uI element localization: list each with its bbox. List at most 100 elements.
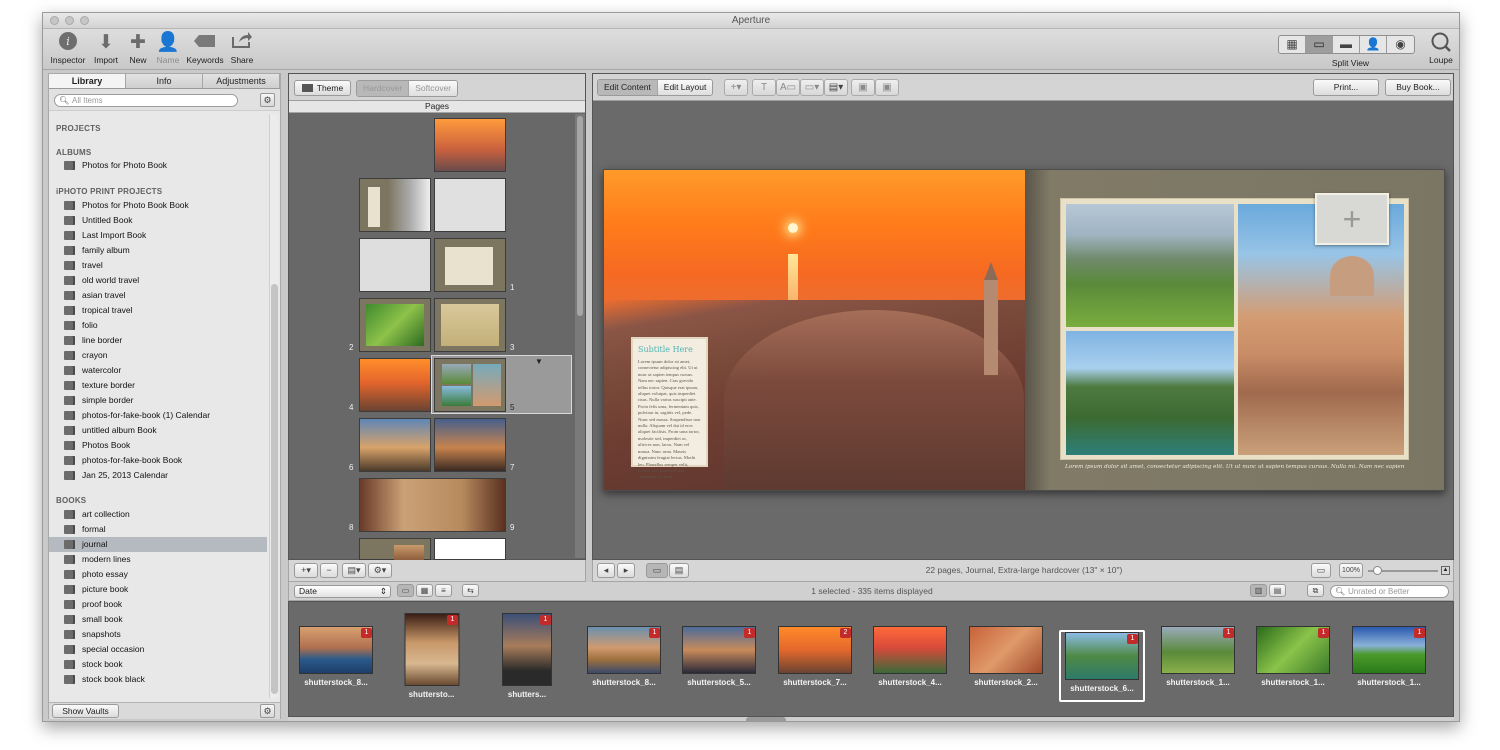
photo-thumbnail[interactable]: shutterstock_2... — [963, 612, 1049, 700]
album-item[interactable]: Photos for Photo Book — [49, 158, 267, 173]
journal-body-text[interactable]: Lorem ipsum dolor sit amet, consectetur … — [638, 359, 701, 481]
theme-button[interactable]: Theme — [294, 80, 351, 96]
page-thumbnail[interactable] — [359, 358, 431, 412]
library-item[interactable]: formal — [49, 522, 267, 537]
journal-text-box[interactable]: Subtitle Here Lorem ipsum dolor sit amet… — [631, 337, 708, 479]
grid-view-icon[interactable]: ▦ — [1279, 36, 1306, 53]
pages-scrollbar[interactable] — [575, 114, 585, 558]
tab-info[interactable]: Info — [126, 74, 203, 88]
page-thumbnail[interactable] — [359, 538, 431, 561]
library-item[interactable]: modern lines — [49, 552, 267, 567]
library-item[interactable]: Last Import Book — [49, 228, 267, 243]
library-scroll-thumb[interactable] — [271, 284, 278, 694]
library-item[interactable]: texture border — [49, 378, 267, 393]
vault-gear-icon[interactable]: ⚙ — [260, 704, 275, 718]
edit-content-tab[interactable]: Edit Content — [598, 80, 658, 95]
library-item[interactable]: picture book — [49, 582, 267, 597]
edit-mode-control[interactable]: Edit Content Edit Layout — [597, 79, 714, 96]
filmstrip-view-icon[interactable]: ▬ — [1333, 36, 1360, 53]
photo-thumbnail[interactable]: 1 shutterstock_5... — [676, 612, 762, 700]
page-spread-thumbnail[interactable] — [359, 478, 506, 532]
fit-page-icon[interactable]: ▭ — [1311, 563, 1331, 578]
library-item[interactable]: art collection — [49, 507, 267, 522]
library-item[interactable]: small book — [49, 612, 267, 627]
edit-layout-tab[interactable]: Edit Layout — [657, 80, 713, 95]
zoom-level[interactable]: 100% — [1339, 563, 1363, 578]
browser-split-icon[interactable]: ▤ — [1269, 584, 1286, 597]
photo-thumbnail[interactable]: 1 shutterstock_1... — [1250, 612, 1336, 700]
photo-thumbnail[interactable]: 1 shutterstock_1... — [1155, 612, 1241, 700]
library-item[interactable]: travel — [49, 258, 267, 273]
import-button[interactable]: ⬇ Import — [91, 31, 121, 65]
library-item[interactable]: stock book — [49, 657, 267, 672]
bring-front-icon[interactable]: ▣ — [851, 79, 875, 96]
page-thumbnail[interactable] — [434, 298, 506, 352]
library-scrollbar[interactable] — [269, 114, 278, 698]
add-page-icon[interactable]: +▾ — [294, 563, 318, 578]
zoom-slider[interactable] — [1368, 566, 1438, 575]
page-thumbnail[interactable] — [434, 238, 506, 292]
page-thumbnail[interactable] — [359, 178, 431, 232]
library-item[interactable]: folio — [49, 318, 267, 333]
single-page-view-icon[interactable]: ▤ — [669, 563, 689, 578]
page-cover-thumbnail[interactable] — [434, 118, 506, 172]
photo-box-icon[interactable]: ▭▾ — [800, 79, 824, 96]
zoom-slider-knob[interactable] — [1373, 566, 1382, 575]
library-item[interactable]: simple border — [49, 393, 267, 408]
photo-thumbnail-selected[interactable]: 1 shutterstock_6... — [1059, 630, 1145, 702]
library-item[interactable]: untitled album Book — [49, 423, 267, 438]
subtitle-text[interactable]: Subtitle Here — [638, 345, 701, 354]
photo-box-valley[interactable] — [1066, 204, 1234, 327]
page-thumbnail[interactable] — [359, 238, 431, 292]
caption-text[interactable]: Lorem ipsum dolor sit amet, consectetur … — [1065, 464, 1405, 470]
library-item[interactable]: asian travel — [49, 288, 267, 303]
library-search-input[interactable]: 🔍︎ All Items — [54, 94, 238, 107]
pages-gear-icon[interactable]: ⚙▾ — [368, 563, 392, 578]
name-button[interactable]: 👤 Name — [155, 31, 181, 65]
filmstrip-scroll-thumb[interactable] — [746, 717, 786, 721]
split-view-icon[interactable]: ▭ — [1306, 36, 1333, 53]
library-item[interactable]: snapshots — [49, 627, 267, 642]
left-page[interactable]: Subtitle Here Lorem ipsum dolor sit amet… — [604, 170, 1025, 490]
page-thumbnail[interactable] — [359, 298, 431, 352]
photo-thumbnail[interactable]: 1 shuttersto... — [398, 612, 465, 700]
page-thumbnail[interactable] — [359, 418, 431, 472]
library-item[interactable]: watercolor — [49, 363, 267, 378]
keywords-button[interactable]: Keywords — [184, 31, 226, 65]
share-button[interactable]: Share — [228, 31, 256, 65]
page-layout-icon[interactable]: ▤▾ — [342, 563, 366, 578]
photo-box-bay[interactable] — [1066, 331, 1234, 455]
library-item[interactable]: crayon — [49, 348, 267, 363]
filmstrip-scrollbar[interactable] — [288, 717, 1454, 721]
photo-thumbnail[interactable]: 1 shutterstock_1... — [1346, 612, 1432, 700]
empty-photo-placeholder[interactable] — [1315, 193, 1389, 245]
hardcover-option[interactable]: Hardcover — [357, 81, 410, 96]
zoom-window-button[interactable] — [80, 16, 89, 25]
show-vaults-button[interactable]: Show Vaults — [52, 704, 119, 718]
photo-thumbnail[interactable]: 1 shutterstock_8... — [293, 612, 379, 700]
photo-thumbnail[interactable]: shutterstock_4... — [867, 612, 953, 700]
library-item[interactable]: photo essay — [49, 567, 267, 582]
library-item[interactable]: stock book black — [49, 672, 267, 687]
library-item-selected[interactable]: journal — [49, 537, 267, 552]
softcover-option[interactable]: Softcover — [409, 81, 458, 96]
add-box-icon[interactable]: +▾ — [724, 79, 748, 96]
places-view-icon[interactable]: ◉ — [1387, 36, 1414, 53]
library-action-gear-icon[interactable]: ⚙ — [260, 93, 275, 107]
previous-page-icon[interactable]: ◂ — [597, 563, 615, 578]
library-item[interactable]: photos-for-fake-book Book — [49, 453, 267, 468]
send-back-icon[interactable]: ▣ — [875, 79, 899, 96]
faces-view-icon[interactable]: 👤 — [1360, 36, 1387, 53]
tab-adjustments[interactable]: Adjustments — [203, 74, 280, 88]
pages-scroll-thumb[interactable] — [577, 116, 583, 316]
page-menu-triangle-icon[interactable]: ▼ — [535, 357, 543, 366]
close-window-button[interactable] — [50, 16, 59, 25]
right-page[interactable]: Lorem ipsum dolor sit amet, consectetur … — [1025, 170, 1444, 490]
library-item[interactable]: photos-for-fake-book (1) Calendar — [49, 408, 267, 423]
page-thumbnail-selected[interactable] — [434, 358, 506, 412]
library-item[interactable]: family album — [49, 243, 267, 258]
new-button[interactable]: ✚ New — [125, 31, 151, 65]
cover-type-control[interactable]: Hardcover Softcover — [356, 80, 459, 97]
photo-thumbnail[interactable]: 1 shutters... — [496, 612, 558, 700]
filter-hud-icon[interactable]: ⧉ — [1307, 584, 1324, 597]
